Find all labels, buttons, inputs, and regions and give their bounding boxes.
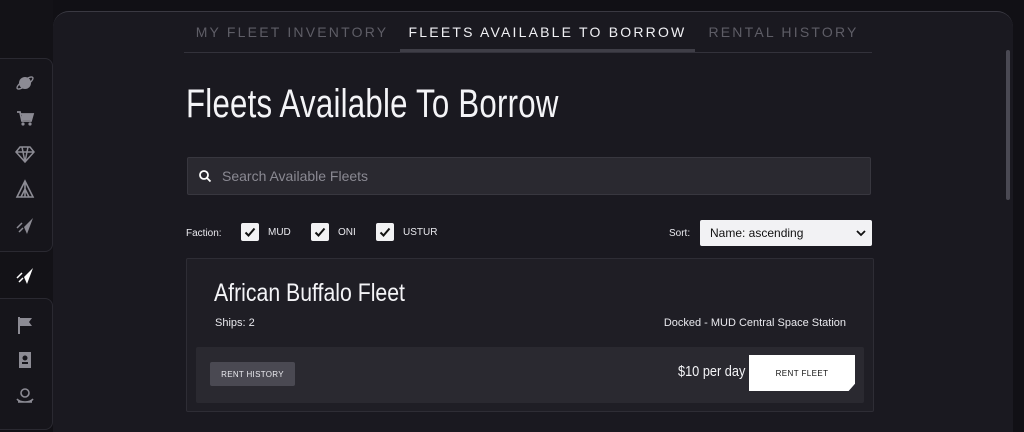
ship-active-icon[interactable]: [15, 266, 35, 286]
fleet-name: African Buffalo Fleet: [214, 279, 405, 307]
fleet-location-status: Docked - MUD Central Space Station: [663, 317, 846, 329]
check-icon: [244, 227, 256, 237]
rent-fleet-button[interactable]: RENT FLEET: [749, 355, 855, 391]
sort-label: Sort:: [669, 228, 691, 239]
checkbox-checked[interactable]: [241, 223, 259, 241]
tab-fleets-available-to-borrow[interactable]: FLEETS AVAILABLE TO BORROW: [400, 12, 695, 52]
check-icon: [314, 227, 326, 237]
cart-icon[interactable]: [15, 108, 35, 128]
wreath-icon[interactable]: [15, 385, 35, 405]
search-bar[interactable]: [187, 157, 871, 195]
planet-icon[interactable]: [15, 73, 35, 93]
fleet-ship-count: Ships: 2: [215, 317, 255, 329]
faction-label: Faction:: [186, 228, 222, 239]
ship-icon[interactable]: [15, 216, 35, 236]
tab-my-fleet-inventory[interactable]: MY FLEET INVENTORY: [184, 12, 400, 52]
chevron-down-icon: [856, 230, 866, 237]
faction-label-mud: MUD: [268, 226, 291, 238]
filter-row: Faction: MUD ONI USTUR Sort: Name: ascen…: [186, 220, 876, 246]
check-icon: [379, 227, 391, 237]
search-input[interactable]: [220, 167, 870, 185]
faction-checkbox-ustur[interactable]: USTUR: [376, 223, 437, 241]
tent-icon[interactable]: [15, 179, 35, 199]
checkbox-checked[interactable]: [376, 223, 394, 241]
sort-select-value: Name: ascending: [710, 226, 804, 240]
faction-checkbox-oni[interactable]: ONI: [311, 223, 356, 241]
page-title: Fleets Available To Borrow: [186, 82, 559, 126]
fleet-card-footer: RENT HISTORY $10 per day RENT FLEET: [196, 347, 864, 403]
rent-history-button[interactable]: RENT HISTORY: [210, 362, 295, 386]
search-icon: [199, 170, 212, 183]
tab-rental-history[interactable]: RENTAL HISTORY: [695, 12, 872, 52]
scrollbar[interactable]: [1006, 50, 1010, 200]
fleet-card: African Buffalo Fleet Ships: 2 Docked - …: [186, 258, 874, 412]
diamond-icon[interactable]: [15, 144, 35, 164]
faction-checkbox-mud[interactable]: MUD: [241, 223, 291, 241]
faction-label-oni: ONI: [338, 226, 356, 238]
badge-icon[interactable]: [15, 350, 35, 370]
fleet-price: $10 per day: [678, 363, 746, 380]
tab-bar: MY FLEET INVENTORY FLEETS AVAILABLE TO B…: [184, 12, 872, 53]
sort-select[interactable]: Name: ascending: [700, 220, 872, 246]
faction-label-ustur: USTUR: [403, 226, 438, 238]
flag-icon[interactable]: [15, 315, 35, 335]
checkbox-checked[interactable]: [311, 223, 329, 241]
side-nav: [0, 0, 53, 430]
